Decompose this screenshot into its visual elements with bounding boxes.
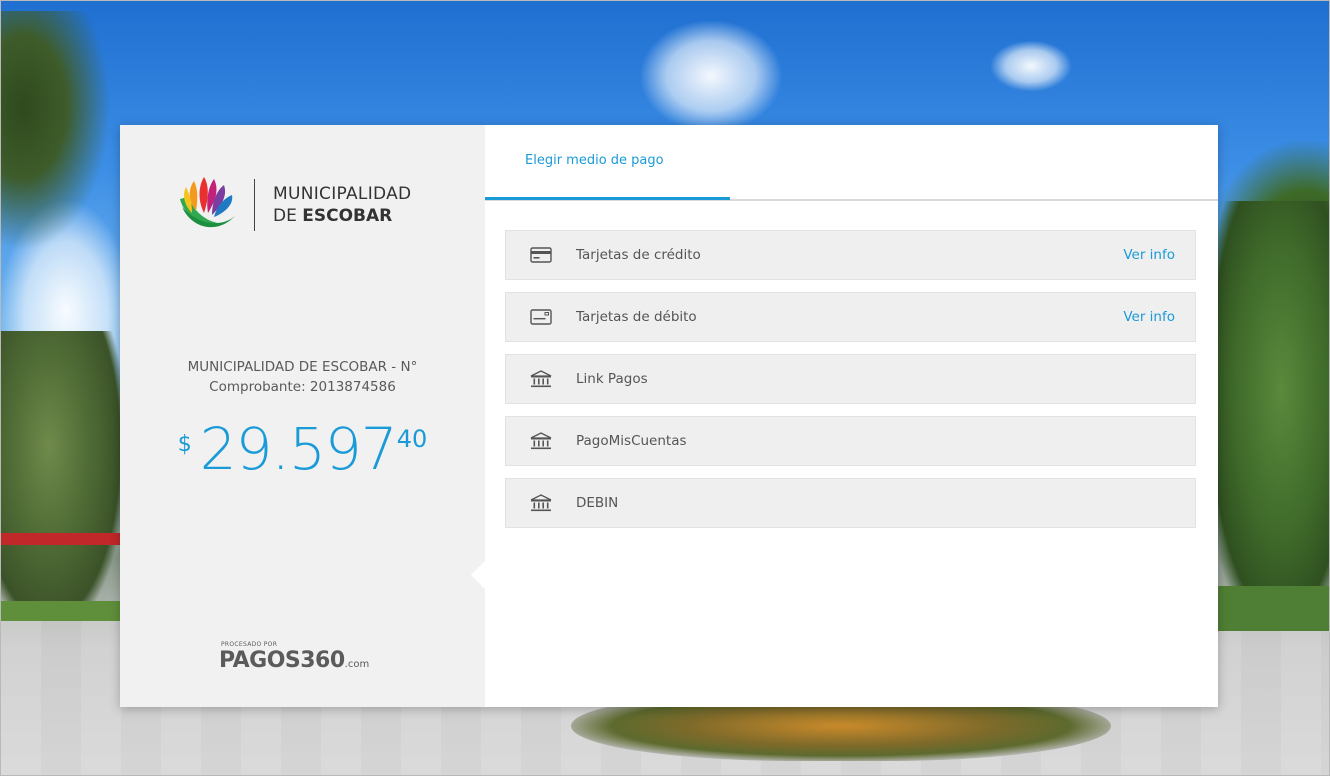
page-background: MUNICIPALIDAD DE ESCOBAR MUNICIPALIDAD D… [0,0,1330,776]
method-info-link[interactable]: Ver info [1123,309,1175,325]
method-debit-card[interactable]: Tarjetas de débito Ver info [505,292,1196,342]
method-label: Tarjetas de crédito [576,247,701,263]
background-grass [1217,586,1329,631]
bank-icon [526,493,556,513]
credit-card-icon [526,245,556,265]
municipality-name-bold: ESCOBAR [302,206,393,226]
municipality-name-prefix: DE [273,206,303,226]
powered-suffix: .com [344,659,370,670]
amount-currency: $ [177,432,192,457]
background-tree [1209,201,1329,621]
municipality-name: MUNICIPALIDAD DE ESCOBAR [273,183,411,227]
receipt-line1: MUNICIPALIDAD DE ESCOBAR - N° [187,359,418,375]
municipality-name-line1: MUNICIPALIDAD [273,184,412,204]
powered-caption: PROCESADO POR [221,641,278,648]
background-palm [1,11,111,251]
background-cloud [991,41,1071,91]
background-grass [1,601,121,621]
method-label: PagoMisCuentas [576,433,687,449]
bank-icon [526,431,556,451]
method-pagomiscuentas[interactable]: PagoMisCuentas [505,416,1196,466]
amount-decimals: 40 [396,425,428,453]
method-label: DEBIN [576,495,619,511]
logo-divider [254,179,255,231]
method-debin[interactable]: DEBIN [505,478,1196,528]
pagos360-logo: PROCESADO POR PAGOS360.com [219,641,369,673]
payment-amount: $29.59740 [120,415,485,483]
method-label: Tarjetas de débito [576,309,697,325]
tab-active-indicator [485,197,730,200]
tab-bar: Elegir medio de pago [485,125,1218,201]
flower-logo-icon [180,177,236,228]
background-cloud [641,21,781,131]
background-tree [1,331,121,621]
method-credit-card[interactable]: Tarjetas de crédito Ver info [505,230,1196,280]
payment-methods-list: Tarjetas de crédito Ver info Tarjetas de… [505,230,1196,540]
municipality-name-line2: DE ESCOBAR [273,205,411,227]
amount-integer: 29.597 [199,415,398,483]
summary-panel: MUNICIPALIDAD DE ESCOBAR MUNICIPALIDAD D… [120,125,500,707]
method-link-pagos[interactable]: Link Pagos [505,354,1196,404]
payment-methods-panel: Elegir medio de pago Tarjetas de crédito… [485,125,1218,707]
payment-card: MUNICIPALIDAD DE ESCOBAR MUNICIPALIDAD D… [120,125,1218,707]
municipality-logo: MUNICIPALIDAD DE ESCOBAR [174,175,411,235]
tab-choose-payment-method[interactable]: Elegir medio de pago [525,153,664,168]
debit-card-icon [526,307,556,327]
powered-brand: PAGOS360 [219,648,345,673]
bank-icon [526,369,556,389]
method-info-link[interactable]: Ver info [1123,247,1175,263]
receipt-description: MUNICIPALIDAD DE ESCOBAR - N° Comprobant… [120,357,485,397]
method-label: Link Pagos [576,371,648,387]
background-awning [1,533,121,545]
receipt-line2: Comprobante: 2013874586 [209,379,396,395]
